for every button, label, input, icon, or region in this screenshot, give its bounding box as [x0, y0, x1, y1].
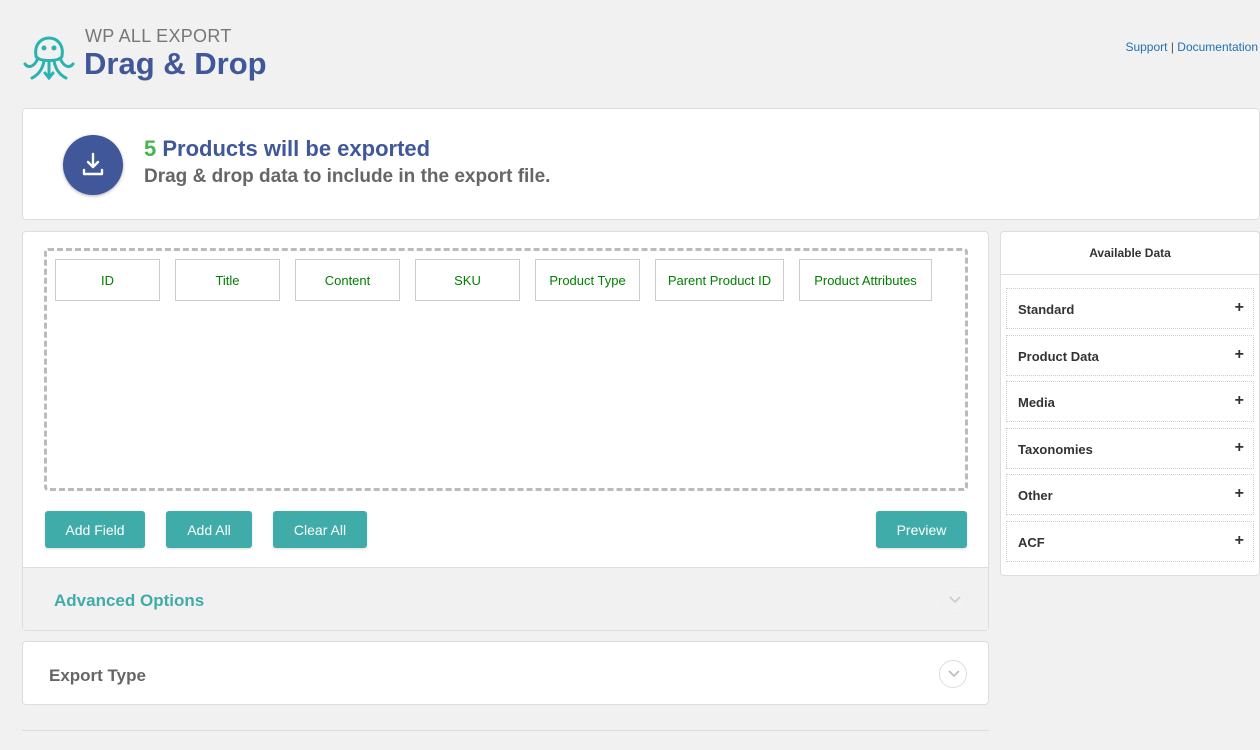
available-data-item-product-data[interactable]: Product Data + [1006, 335, 1254, 376]
plus-icon[interactable]: + [1235, 532, 1244, 550]
available-data-item-label: Other [1018, 488, 1053, 503]
plus-icon[interactable]: + [1235, 439, 1244, 457]
available-data-item-other[interactable]: Other + [1006, 474, 1254, 515]
available-data-title: Available Data [1001, 232, 1259, 275]
available-data-panel: Available Data Standard + Product Data +… [1000, 231, 1260, 576]
export-count-title: 5 Products will be exported [144, 136, 430, 162]
download-icon [63, 135, 123, 195]
divider [22, 730, 989, 731]
top-links: Support | Documentation [1125, 40, 1258, 54]
chevron-down-icon[interactable] [940, 586, 968, 614]
export-summary-banner: 5 Products will be exported Drag & drop … [22, 108, 1260, 220]
link-separator: | [1170, 40, 1174, 54]
available-data-item-standard[interactable]: Standard + [1006, 288, 1254, 329]
export-type-section[interactable]: Export Type [22, 641, 989, 705]
brand-subtitle: WP ALL EXPORT [85, 26, 232, 46]
field-chip-sku[interactable]: SKU [415, 259, 520, 301]
field-chip-id[interactable]: ID [55, 259, 160, 301]
clear-all-button[interactable]: Clear All [273, 511, 367, 548]
plus-icon[interactable]: + [1235, 485, 1244, 503]
plus-icon[interactable]: + [1235, 346, 1244, 364]
field-chip-product-type[interactable]: Product Type [535, 259, 640, 301]
add-field-button[interactable]: Add Field [45, 511, 145, 548]
field-chip-title[interactable]: Title [175, 259, 280, 301]
header: WP ALL EXPORT Drag & Drop Support | Docu… [22, 22, 1260, 88]
available-data-item-label: Taxonomies [1018, 442, 1093, 457]
export-fields-panel: ID Title Content SKU Product Type Parent… [22, 231, 989, 631]
available-data-item-taxonomies[interactable]: Taxonomies + [1006, 428, 1254, 469]
export-subtitle: Drag & drop data to include in the expor… [144, 166, 551, 187]
export-type-title[interactable]: Export Type [49, 666, 146, 686]
field-drop-zone[interactable]: ID Title Content SKU Product Type Parent… [44, 248, 968, 491]
available-data-item-label: Media [1018, 395, 1055, 410]
export-title-text: Products will be exported [162, 136, 431, 161]
available-data-item-label: ACF [1018, 535, 1045, 550]
available-data-item-label: Product Data [1018, 349, 1099, 364]
add-all-button[interactable]: Add All [166, 511, 252, 548]
available-data-item-acf[interactable]: ACF + [1006, 521, 1254, 562]
preview-button[interactable]: Preview [876, 511, 967, 548]
export-count: 5 [144, 136, 157, 161]
plus-icon[interactable]: + [1235, 299, 1244, 317]
field-chip-content[interactable]: Content [295, 259, 400, 301]
field-chip-product-attributes[interactable]: Product Attributes [799, 259, 932, 301]
page-title: Drag & Drop [84, 46, 267, 81]
field-chip-parent-product-id[interactable]: Parent Product ID [655, 259, 784, 301]
advanced-options-title[interactable]: Advanced Options [54, 591, 204, 611]
plus-icon[interactable]: + [1235, 392, 1244, 410]
octopus-logo-icon [23, 36, 75, 81]
available-data-item-media[interactable]: Media + [1006, 381, 1254, 422]
documentation-link[interactable]: Documentation [1177, 40, 1258, 54]
available-data-item-label: Standard [1018, 302, 1075, 317]
chevron-down-icon[interactable] [939, 660, 967, 688]
advanced-options-section[interactable]: Advanced Options [23, 567, 988, 630]
support-link[interactable]: Support [1125, 40, 1167, 54]
